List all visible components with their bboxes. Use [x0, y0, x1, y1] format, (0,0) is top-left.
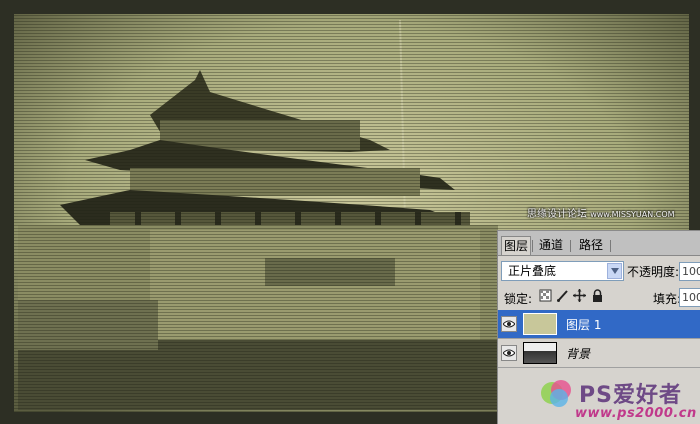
tab-layers[interactable]: 图层 — [501, 236, 531, 255]
layer-row-background[interactable]: 背景 — [498, 339, 700, 368]
watermark-url: www.MISSYUAN.COM — [590, 210, 675, 219]
tab-channels[interactable]: 通道 — [533, 236, 569, 255]
tab-divider — [570, 240, 571, 252]
lock-label: 锁定: — [504, 292, 533, 306]
tab-divider — [610, 240, 611, 252]
layer-name: 图层 1 — [566, 318, 602, 332]
layer-row-layer1[interactable]: 图层 1 — [498, 310, 700, 339]
tab-paths[interactable]: 路径 — [573, 236, 609, 255]
panel-tab-bar: 图层 通道 路径 — [498, 231, 700, 256]
fill-label: 填充: — [653, 292, 682, 306]
opacity-field[interactable]: 100 — [679, 262, 700, 281]
brand-url: www.ps2000.cn — [575, 406, 697, 421]
blend-mode-value: 正片叠底 — [508, 264, 557, 278]
brand-name: PS爱好者 — [579, 383, 682, 408]
dropdown-arrow-button[interactable] — [607, 263, 622, 279]
chevron-down-icon — [611, 268, 619, 274]
fill-field[interactable]: 100 — [679, 288, 700, 307]
brand-watermark: PS爱好者 www.ps2000.cn — [537, 375, 700, 424]
layer-thumbnail — [523, 342, 557, 364]
lock-transparency-icon[interactable] — [539, 289, 552, 302]
site-watermark: 思缘设计论坛 www.MISSYUAN.COM — [527, 205, 675, 220]
watermark-cn: 思缘设计论坛 — [527, 209, 587, 220]
visibility-eye-icon[interactable] — [501, 345, 517, 361]
lock-all-padlock-icon[interactable] — [591, 289, 604, 302]
lock-pixels-brush-icon[interactable] — [556, 289, 569, 302]
layer-name: 背景 — [566, 347, 591, 361]
blend-mode-select[interactable]: 正片叠底 — [501, 261, 624, 281]
visibility-eye-icon[interactable] — [501, 316, 517, 332]
opacity-label: 不透明度: — [627, 265, 680, 279]
brand-logo-icon — [541, 380, 571, 407]
layer-thumbnail — [523, 313, 557, 335]
lock-position-move-icon[interactable] — [573, 289, 586, 302]
